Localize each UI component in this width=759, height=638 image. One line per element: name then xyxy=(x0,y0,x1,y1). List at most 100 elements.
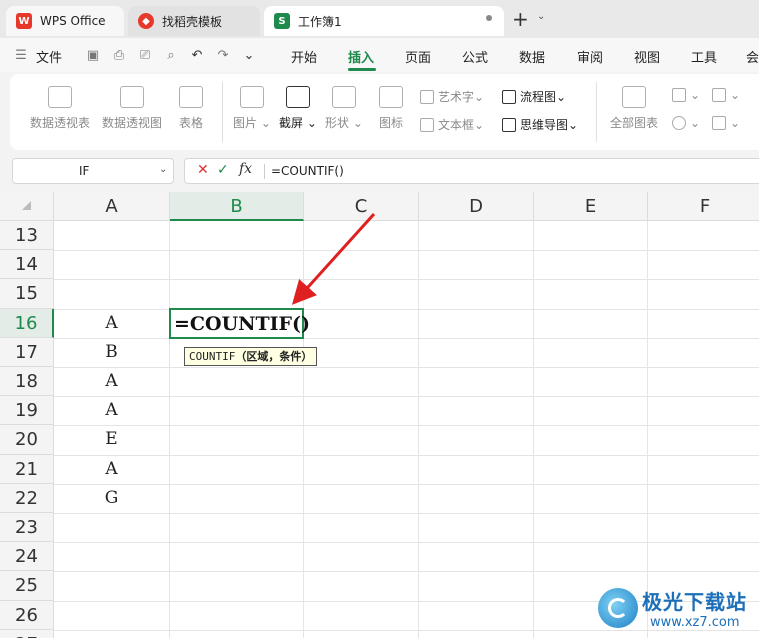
chevron-down-icon[interactable]: ⌄ xyxy=(159,164,167,175)
column-header-d[interactable]: D xyxy=(419,192,534,221)
all-charts-label: 全部图表 xyxy=(609,116,658,130)
menu-insert[interactable]: 插入 xyxy=(348,47,374,66)
table-button[interactable]: 表格 xyxy=(174,86,208,131)
select-all-corner[interactable] xyxy=(0,192,54,221)
print-preview-icon[interactable]: ⌕ xyxy=(164,49,178,63)
tab-workbook-label: 工作簿1 xyxy=(298,14,342,29)
menu-home[interactable]: 开始 xyxy=(291,47,317,66)
column-header-f[interactable]: F xyxy=(648,192,759,221)
shape-label: 形状 xyxy=(325,116,350,130)
menu-view[interactable]: 视图 xyxy=(634,47,660,66)
chart-icon xyxy=(622,86,646,108)
more-dropdown-icon[interactable]: ⌄ xyxy=(242,49,256,63)
spreadsheet-grid[interactable]: A B C D E F 13 14 15 16 17 18 19 20 21 22 23 24 25 26… xyxy=(0,192,759,638)
export-icon[interactable]: ⎙ xyxy=(112,49,126,63)
row-header-19[interactable]: 19 xyxy=(0,396,54,426)
shape-button[interactable]: 形状 ⌄ xyxy=(324,86,364,131)
menu-data[interactable]: 数据 xyxy=(519,47,545,66)
icon-button[interactable]: 图标 xyxy=(374,86,408,131)
active-tab-underline xyxy=(348,68,376,71)
new-tab-dropdown-icon[interactable]: ⌄ xyxy=(537,11,545,22)
redo-icon[interactable]: ↷ xyxy=(216,49,230,63)
pie-chart-button[interactable]: ⌄ xyxy=(672,116,700,130)
undo-icon[interactable]: ↶ xyxy=(190,49,204,63)
confirm-icon[interactable]: ✓ xyxy=(217,162,229,178)
cell-a21[interactable]: A xyxy=(54,459,169,488)
line-chart-button[interactable]: ⌄ xyxy=(712,88,740,102)
save-icon[interactable]: ▣ xyxy=(86,49,100,63)
menu-row: ☰ 文件 ▣ ⎙ ⎚ ⌕ ↶ ↷ ⌄ 开始 插入 页面 公式 数据 审阅 视图 … xyxy=(0,38,759,72)
row-header-27[interactable]: 27 xyxy=(0,629,54,638)
cancel-icon[interactable]: ✕ xyxy=(197,162,209,178)
picture-icon xyxy=(240,86,264,108)
column-header-e[interactable]: E xyxy=(534,192,648,221)
formula-input[interactable]: =COUNTIF() xyxy=(271,164,344,178)
line-chart-icon xyxy=(712,88,726,102)
column-header-b[interactable]: B xyxy=(170,192,304,221)
text-box-button[interactable]: 文本框 ⌄ xyxy=(420,116,484,133)
tab-wps-office[interactable]: W WPS Office xyxy=(6,6,124,36)
spreadsheet-app: W WPS Office ◆ 找稻壳模板 S 工作簿1 + ⌄ ☰ 文件 ▣ ⎙… xyxy=(0,0,759,638)
grid-line xyxy=(303,221,304,638)
tab-wps-label: WPS Office xyxy=(40,14,106,28)
active-cell-b16[interactable]: =COUNTIF() xyxy=(169,308,310,339)
row-header-21[interactable]: 21 xyxy=(0,454,54,484)
row-header-26[interactable]: 26 xyxy=(0,600,54,630)
cell-a17[interactable]: B xyxy=(54,342,169,371)
column-header-c[interactable]: C xyxy=(304,192,419,221)
mind-map-button[interactable]: 思维导图 ⌄ xyxy=(502,116,578,133)
grid-line xyxy=(54,308,759,310)
row-header-14[interactable]: 14 xyxy=(0,250,54,280)
screenshot-dropdown-icon: ⌄ xyxy=(303,116,317,130)
name-box[interactable]: IF ⌄ xyxy=(12,158,174,184)
art-text-button[interactable]: 艺术字 ⌄ xyxy=(420,88,484,105)
tooltip-arguments[interactable]: （区域，条件） xyxy=(235,350,312,363)
formula-bar[interactable]: ✕ ✓ fx =COUNTIF() xyxy=(184,158,759,184)
menu-tools[interactable]: 工具 xyxy=(691,47,717,66)
picture-button[interactable]: 图片 ⌄ xyxy=(232,86,272,131)
cell-a22[interactable]: G xyxy=(54,488,169,517)
column-chart-button[interactable]: ⌄ xyxy=(672,88,700,102)
flowchart-button[interactable]: 流程图 ⌄ xyxy=(502,88,566,105)
cell-a20[interactable]: E xyxy=(54,429,169,458)
pivot-chart-button[interactable]: 数据透视图 xyxy=(100,86,164,131)
print-icon[interactable]: ⎚ xyxy=(138,49,152,63)
pivot-chart-icon xyxy=(120,86,144,108)
row-header-15[interactable]: 15 xyxy=(0,279,54,309)
pivot-table-button[interactable]: 数据透视表 xyxy=(28,86,92,131)
row-header-24[interactable]: 24 xyxy=(0,542,54,572)
menu-formula[interactable]: 公式 xyxy=(462,47,488,66)
row-header-20[interactable]: 20 xyxy=(0,425,54,455)
unsaved-dot-icon[interactable] xyxy=(486,15,492,21)
insert-function-icon[interactable]: fx xyxy=(239,161,252,177)
function-tooltip: COUNTIF（区域，条件） xyxy=(184,347,318,366)
row-header-18[interactable]: 18 xyxy=(0,367,54,397)
row-header-16[interactable]: 16 xyxy=(0,308,54,338)
scatter-chart-button[interactable]: ⌄ xyxy=(712,116,740,130)
cell-a18[interactable]: A xyxy=(54,371,169,400)
tab-template[interactable]: ◆ 找稻壳模板 xyxy=(128,6,260,36)
all-charts-button[interactable]: 全部图表 xyxy=(606,86,662,131)
watermark-url: www.xz7.com xyxy=(650,615,740,630)
pivot-table-label: 数据透视表 xyxy=(29,116,90,130)
name-box-value: IF xyxy=(79,164,90,178)
screenshot-button[interactable]: 截屏 ⌄ xyxy=(278,86,318,131)
row-header-22[interactable]: 22 xyxy=(0,483,54,513)
row-header-13[interactable]: 13 xyxy=(0,221,54,251)
menu-file[interactable]: 文件 xyxy=(36,47,62,66)
new-tab-button[interactable]: + xyxy=(512,9,529,29)
menu-review[interactable]: 审阅 xyxy=(577,47,603,66)
tab-workbook[interactable]: S 工作簿1 xyxy=(264,6,504,36)
menu-page[interactable]: 页面 xyxy=(405,47,431,66)
active-cell-text[interactable]: =COUNTIF() xyxy=(174,313,310,335)
menu-more[interactable]: 会 xyxy=(746,47,759,66)
tab-bar: W WPS Office ◆ 找稻壳模板 S 工作簿1 + ⌄ xyxy=(0,0,759,38)
art-text-icon xyxy=(420,89,434,104)
row-header-23[interactable]: 23 xyxy=(0,513,54,543)
row-header-17[interactable]: 17 xyxy=(0,337,54,367)
hamburger-icon[interactable]: ☰ xyxy=(14,49,28,63)
row-header-25[interactable]: 25 xyxy=(0,571,54,601)
cell-a19[interactable]: A xyxy=(54,400,169,429)
cell-a16[interactable]: A xyxy=(54,313,169,342)
column-header-a[interactable]: A xyxy=(54,192,170,221)
